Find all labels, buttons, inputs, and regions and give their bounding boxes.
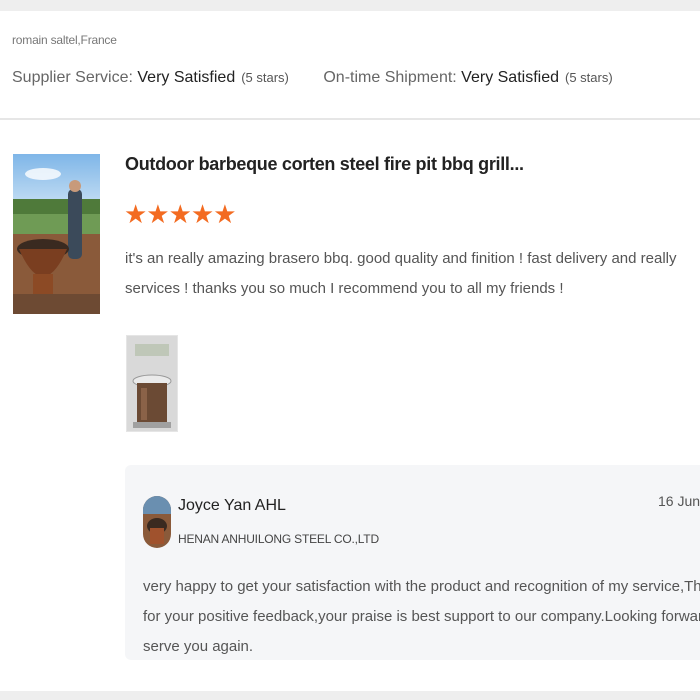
product-thumbnail[interactable]	[13, 154, 100, 314]
rating-value: Very Satisfied	[137, 69, 236, 86]
review-card: romain saltel,France Supplier Service: V…	[0, 11, 700, 691]
product-title-link[interactable]: Outdoor barbeque corten steel fire pit b…	[125, 154, 524, 175]
reply-date: 16 Jun 20	[658, 493, 700, 509]
reply-text: very happy to get your satisfaction with…	[143, 578, 700, 655]
rating-stars-text: (5 stars)	[241, 70, 289, 85]
supplier-service-rating: Supplier Service: Very Satisfied (5 stars…	[12, 69, 289, 87]
rating-stars-text: (5 stars)	[565, 70, 613, 85]
on-time-shipment-rating: On-time Shipment: Very Satisfied (5 stars…	[323, 69, 612, 87]
supplier-ratings: Supplier Service: Very Satisfied (5 stars…	[12, 69, 643, 87]
review-text: it's an really amazing brasero bbq. good…	[125, 250, 677, 297]
reviewer-name: romain saltel,France	[12, 33, 117, 47]
rating-value: Very Satisfied	[461, 69, 559, 86]
company-name: HENAN ANHUILONG STEEL CO.,LTD	[178, 532, 379, 546]
divider	[0, 118, 700, 120]
star-rating: ★★★★★	[124, 199, 237, 229]
supplier-reply: Joyce Yan AHL HENAN ANHUILONG STEEL CO.,…	[125, 465, 700, 660]
rating-label: On-time Shipment:	[323, 69, 462, 86]
rating-label: Supplier Service:	[12, 69, 138, 86]
review-photo-thumbnail[interactable]	[126, 335, 178, 432]
avatar	[143, 496, 171, 548]
review-header: romain saltel,France Supplier Service: V…	[12, 33, 700, 86]
replier-name: Joyce Yan AHL	[178, 497, 286, 514]
